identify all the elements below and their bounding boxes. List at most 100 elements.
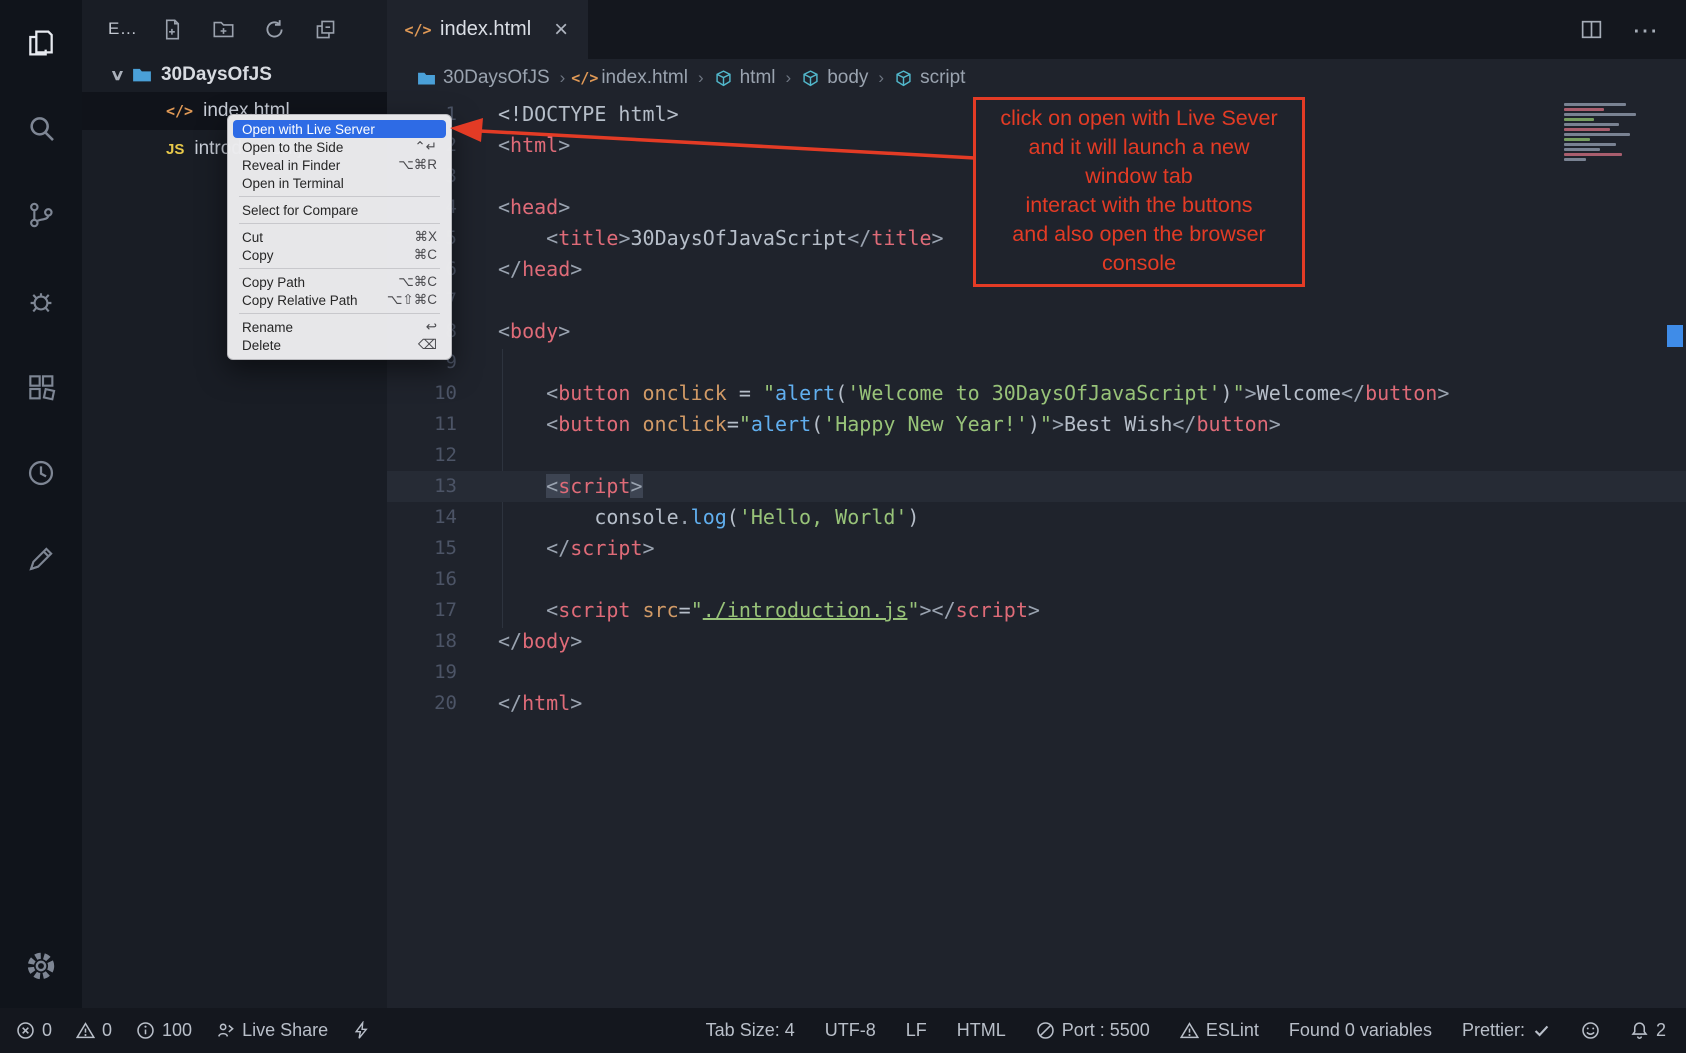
status-errors[interactable]: 0	[16, 1020, 52, 1041]
line-text: <button onclick = "alert('Welcome to 30D…	[457, 378, 1449, 409]
warning-icon	[76, 1021, 95, 1040]
activity-item-debug[interactable]	[17, 277, 65, 325]
new-folder-icon[interactable]	[212, 18, 235, 41]
line-text: <body>	[457, 316, 570, 347]
status-warnings[interactable]: 0	[76, 1020, 112, 1041]
status-left: 0 0 100 Live Share	[16, 1020, 371, 1041]
menu-item-select-for-compare[interactable]: Select for Compare	[228, 201, 451, 219]
menu-item-cut[interactable]: Cut⌘X	[228, 228, 451, 246]
status-language-mode[interactable]: HTML	[957, 1020, 1006, 1041]
breadcrumb-separator: ›	[878, 68, 884, 88]
code-line-10[interactable]: 10 <button onclick = "alert('Welcome to …	[387, 378, 1686, 409]
split-editor-icon[interactable]	[1579, 17, 1604, 42]
code-line-11[interactable]: 11 <button onclick="alert('Happy New Yea…	[387, 409, 1686, 440]
annotation-line: click on open with Live Sever	[976, 104, 1302, 133]
code-line-15[interactable]: 15 </script>	[387, 533, 1686, 564]
code-line-20[interactable]: 20</html>	[387, 688, 1686, 719]
port-icon	[1036, 1021, 1055, 1040]
new-file-icon[interactable]	[161, 18, 184, 41]
breadcrumb-label: html	[740, 67, 776, 89]
line-text: <script>	[457, 471, 643, 502]
activity-item-explorer[interactable]	[17, 19, 65, 67]
breadcrumb-label: 30DaysOfJS	[443, 67, 550, 89]
menu-item-open-with-live-server[interactable]: Open with Live Server	[233, 120, 446, 138]
status-tab-size[interactable]: Tab Size: 4	[706, 1020, 795, 1041]
status-variables[interactable]: Found 0 variables	[1289, 1020, 1432, 1041]
code-icon: </>	[166, 102, 193, 120]
status-notifications[interactable]: 2	[1630, 1020, 1666, 1041]
activity-item-search[interactable]	[17, 105, 65, 153]
close-icon[interactable]: ×	[554, 18, 568, 42]
status-label: ESLint	[1206, 1020, 1259, 1041]
code-line-17[interactable]: 17 <script src="./introduction.js"></scr…	[387, 595, 1686, 626]
menu-separator	[239, 196, 440, 197]
breadcrumb-separator: ›	[698, 68, 704, 88]
code-line-18[interactable]: 18</body>	[387, 626, 1686, 657]
menu-item-reveal-in-finder[interactable]: Reveal in Finder⌥⌘R	[228, 156, 451, 174]
status-live-share[interactable]: Live Share	[216, 1020, 328, 1041]
status-encoding[interactable]: UTF-8	[825, 1020, 876, 1041]
minimap-line	[1564, 138, 1590, 141]
status-feedback-smiley[interactable]	[1581, 1021, 1600, 1040]
code-line-7[interactable]: 7	[387, 285, 1686, 316]
breadcrumb-item-index-html[interactable]: </>index.html	[575, 67, 688, 89]
menu-item-copy-relative-path[interactable]: Copy Relative Path⌥⇧⌘C	[228, 291, 451, 309]
breadcrumb-item-body[interactable]: body	[801, 67, 868, 89]
activity-item-clock[interactable]	[17, 449, 65, 497]
menu-item-label: Copy Path	[242, 275, 305, 290]
breadcrumb-label: script	[920, 67, 965, 89]
menu-item-shortcut: ⌥⇧⌘C	[387, 292, 437, 308]
status-prettier[interactable]: Prettier:	[1462, 1020, 1551, 1041]
menu-separator	[239, 313, 440, 314]
info-icon	[136, 1021, 155, 1040]
menu-item-copy-path[interactable]: Copy Path⌥⌘C	[228, 273, 451, 291]
annotation-line: window tab	[976, 162, 1302, 191]
breadcrumb-item-30daysofjs[interactable]: 30DaysOfJS	[417, 67, 550, 89]
status-info[interactable]: 100	[136, 1020, 192, 1041]
menu-item-delete[interactable]: Delete⌫	[228, 336, 451, 354]
menu-separator	[239, 268, 440, 269]
status-eol[interactable]: LF	[906, 1020, 927, 1041]
code-line-13[interactable]: 13 <script>	[387, 471, 1686, 502]
clock-icon	[25, 457, 57, 489]
code-line-16[interactable]: 16	[387, 564, 1686, 595]
activity-item-feedback[interactable]	[17, 535, 65, 583]
activity-item-extensions[interactable]	[17, 363, 65, 411]
line-text	[457, 657, 498, 688]
minimap-line	[1564, 153, 1622, 156]
activity-item-source-control[interactable]	[17, 191, 65, 239]
breadcrumb-item-html[interactable]: html	[714, 67, 776, 89]
line-text: <button onclick="alert('Happy New Year!'…	[457, 409, 1281, 440]
collapse-all-icon[interactable]	[314, 18, 337, 41]
minimap[interactable]	[1564, 103, 1661, 163]
menu-item-open-to-the-side[interactable]: Open to the Side⌃↵	[228, 138, 451, 156]
tab-index-html[interactable]: </> index.html ×	[387, 0, 588, 59]
activity-item-settings[interactable]	[17, 942, 65, 990]
menu-item-label: Reveal in Finder	[242, 158, 340, 173]
status-lightning[interactable]	[352, 1021, 371, 1040]
code-line-14[interactable]: 14 console.log('Hello, World')	[387, 502, 1686, 533]
breadcrumb-item-script[interactable]: script	[894, 67, 965, 89]
chevron-down-icon: ∨	[110, 66, 125, 84]
activity-bar	[0, 0, 82, 1008]
code-line-19[interactable]: 19	[387, 657, 1686, 688]
code-line-8[interactable]: 8<body>	[387, 316, 1686, 347]
line-number: 17	[387, 595, 457, 626]
folder-row-30daysofjs[interactable]: ∨ 30DaysOfJS	[82, 58, 387, 92]
code-line-12[interactable]: 12	[387, 440, 1686, 471]
live-share-icon	[216, 1021, 235, 1040]
menu-item-rename[interactable]: Rename↩	[228, 318, 451, 336]
code-line-9[interactable]: 9	[387, 347, 1686, 378]
menu-item-open-in-terminal[interactable]: Open in Terminal	[228, 174, 451, 192]
line-text: </script>	[457, 533, 655, 564]
line-number: 16	[387, 564, 457, 595]
menu-separator	[239, 223, 440, 224]
line-number: 15	[387, 533, 457, 564]
line-text: <!DOCTYPE html>	[457, 99, 679, 130]
refresh-icon[interactable]	[263, 18, 286, 41]
status-port[interactable]: Port : 5500	[1036, 1020, 1150, 1041]
menu-item-label: Open to the Side	[242, 140, 343, 155]
status-eslint[interactable]: ESLint	[1180, 1020, 1259, 1041]
menu-item-copy[interactable]: Copy⌘C	[228, 246, 451, 264]
smiley-icon	[1581, 1021, 1600, 1040]
